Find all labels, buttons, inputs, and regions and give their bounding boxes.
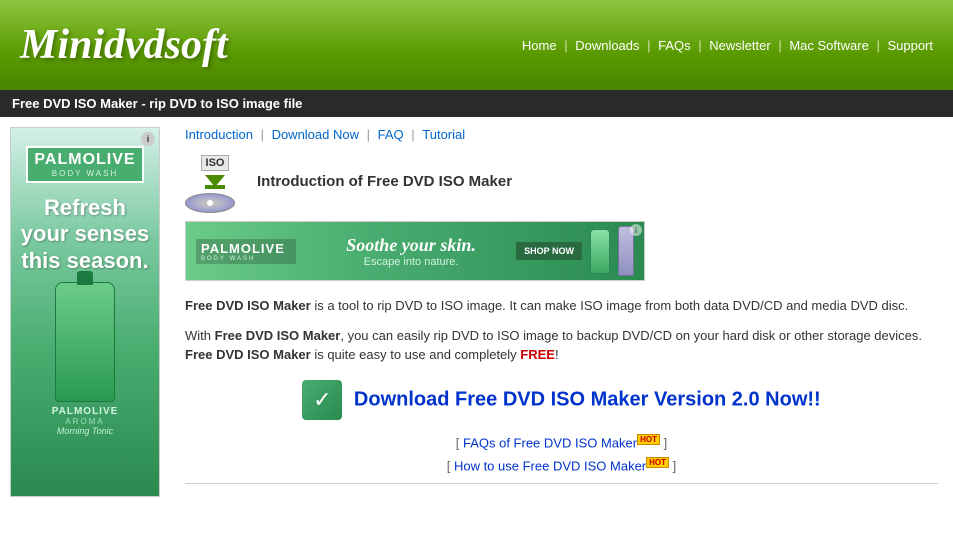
nav-separator: | <box>778 38 785 53</box>
desc-text1: is a tool to rip DVD to ISO image. It ca… <box>311 298 909 313</box>
banner-bottle1 <box>590 229 610 274</box>
desc-prefix2: With <box>185 328 215 343</box>
banner-right: SHOP NOW <box>516 226 634 276</box>
banner-sub: BODY WASH <box>201 256 291 262</box>
faq-link[interactable]: FAQs of Free DVD ISO Maker <box>463 435 637 450</box>
iso-label: ISO <box>201 155 230 171</box>
sidebar-ad-bottle <box>55 282 115 402</box>
product-description: Free DVD ISO Maker is a tool to rip DVD … <box>185 296 938 365</box>
banner-tagline2: Escape into nature. <box>306 256 516 268</box>
palmolive-brand: PALMOLIVE <box>34 151 135 169</box>
content-area: Introduction | Download Now | FAQ | Tuto… <box>170 117 953 507</box>
bracket-open: [ <box>456 435 463 450</box>
product-header: ISO Introduction of Free DVD ISO Maker <box>185 154 938 209</box>
desc-text2: , you can easily rip DVD to ISO image to… <box>340 328 922 343</box>
sub-nav-sep: | <box>261 127 268 142</box>
sub-navigation: Introduction | Download Now | FAQ | Tuto… <box>185 127 938 142</box>
desc-text3: is quite easy to use and completely <box>311 347 521 362</box>
download-arrow-icon: ✓ <box>313 387 331 413</box>
faq-link-line2: [ How to use Free DVD ISO MakerHOT ] <box>185 458 938 473</box>
arrow-base <box>205 185 225 189</box>
page-title-bar: Free DVD ISO Maker - rip DVD to ISO imag… <box>0 90 953 117</box>
nav-newsletter[interactable]: Newsletter <box>709 38 770 53</box>
banner-brand: PALMOLIVE <box>201 241 291 256</box>
disc-icon <box>185 193 235 213</box>
sub-nav-sep: | <box>411 127 418 142</box>
sub-nav-faq[interactable]: FAQ <box>378 127 404 142</box>
palmolive-sidebar-logo: PALMOLIVE BODY WASH <box>26 146 143 183</box>
sidebar-ad-scent: Morning Tonic <box>57 426 113 436</box>
product-name-bold3: Free DVD ISO Maker <box>185 347 311 362</box>
sub-nav-sep: | <box>367 127 374 142</box>
product-name-bold1: Free DVD ISO Maker <box>185 298 311 313</box>
bracket-close: ] <box>664 435 668 450</box>
download-icon-shape: ✓ <box>302 380 342 420</box>
ad-info-icon[interactable]: i <box>141 132 155 146</box>
product-title: Introduction of Free DVD ISO Maker <box>257 173 512 190</box>
free-badge: FREE <box>520 347 555 362</box>
sidebar-ad-tagline: Refresh your senses this season. <box>19 195 151 274</box>
sidebar-ad-sub-bottom: AROMA <box>65 417 104 426</box>
page-title: Free DVD ISO Maker - rip DVD to ISO imag… <box>12 96 302 111</box>
sidebar-ad-brand-bottom: PALMOLIVE <box>52 406 119 417</box>
sub-nav-download-now[interactable]: Download Now <box>272 127 359 142</box>
palmolive-sub: BODY WASH <box>34 169 135 178</box>
banner-ad-info[interactable]: i <box>630 224 642 236</box>
download-title[interactable]: Download Free DVD ISO Maker Version 2.0 … <box>354 388 821 410</box>
download-section: ✓ Download Free DVD ISO Maker Version 2.… <box>185 380 938 420</box>
nav-home[interactable]: Home <box>522 38 557 53</box>
nav-separator: | <box>564 38 571 53</box>
hot-badge2: HOT <box>646 457 669 468</box>
nav-mac-software[interactable]: Mac Software <box>789 38 868 53</box>
howto-link[interactable]: How to use Free DVD ISO Maker <box>454 458 646 473</box>
nav-support[interactable]: Support <box>887 38 933 53</box>
product-icon: ISO <box>185 154 245 209</box>
hot-badge1: HOT <box>637 434 660 445</box>
bracket-open2: [ <box>447 458 454 473</box>
banner-palmolive-logo: PALMOLIVE BODY WASH <box>196 239 296 264</box>
logo[interactable]: Minidvdsoft <box>20 21 228 69</box>
sub-nav-tutorial[interactable]: Tutorial <box>422 127 465 142</box>
desc-end: ! <box>555 347 559 362</box>
sub-nav-introduction[interactable]: Introduction <box>185 127 253 142</box>
nav-separator: | <box>647 38 654 53</box>
desc-paragraph1: Free DVD ISO Maker is a tool to rip DVD … <box>185 296 938 316</box>
ad-banner[interactable]: i PALMOLIVE BODY WASH Soothe your skin. … <box>185 221 645 281</box>
faq-link-line1: [ FAQs of Free DVD ISO MakerHOT ] <box>185 435 938 450</box>
divider <box>185 483 938 484</box>
sidebar: i PALMOLIVE BODY WASH Refresh your sense… <box>0 117 170 507</box>
product-name-bold2: Free DVD ISO Maker <box>215 328 341 343</box>
download-icon-container: ✓ <box>302 380 342 420</box>
faq-links: [ FAQs of Free DVD ISO MakerHOT ] [ How … <box>185 435 938 474</box>
bracket-close2: ] <box>673 458 677 473</box>
header: Minidvdsoft Home | Downloads | FAQs | Ne… <box>0 0 953 90</box>
desc-paragraph2: With Free DVD ISO Maker, you can easily … <box>185 326 938 365</box>
nav-faqs[interactable]: FAQs <box>658 38 691 53</box>
nav-separator: | <box>698 38 705 53</box>
banner-tagline1: Soothe your skin. <box>306 235 516 256</box>
sidebar-advertisement: i PALMOLIVE BODY WASH Refresh your sense… <box>10 127 160 497</box>
shop-now-button[interactable]: SHOP NOW <box>516 242 582 260</box>
nav-downloads[interactable]: Downloads <box>575 38 639 53</box>
navigation: Home | Downloads | FAQs | Newsletter | M… <box>522 38 933 53</box>
main-layout: i PALMOLIVE BODY WASH Refresh your sense… <box>0 117 953 507</box>
banner-middle: Soothe your skin. Escape into nature. <box>306 235 516 268</box>
banner-left: PALMOLIVE BODY WASH <box>196 239 296 264</box>
nav-separator: | <box>876 38 883 53</box>
